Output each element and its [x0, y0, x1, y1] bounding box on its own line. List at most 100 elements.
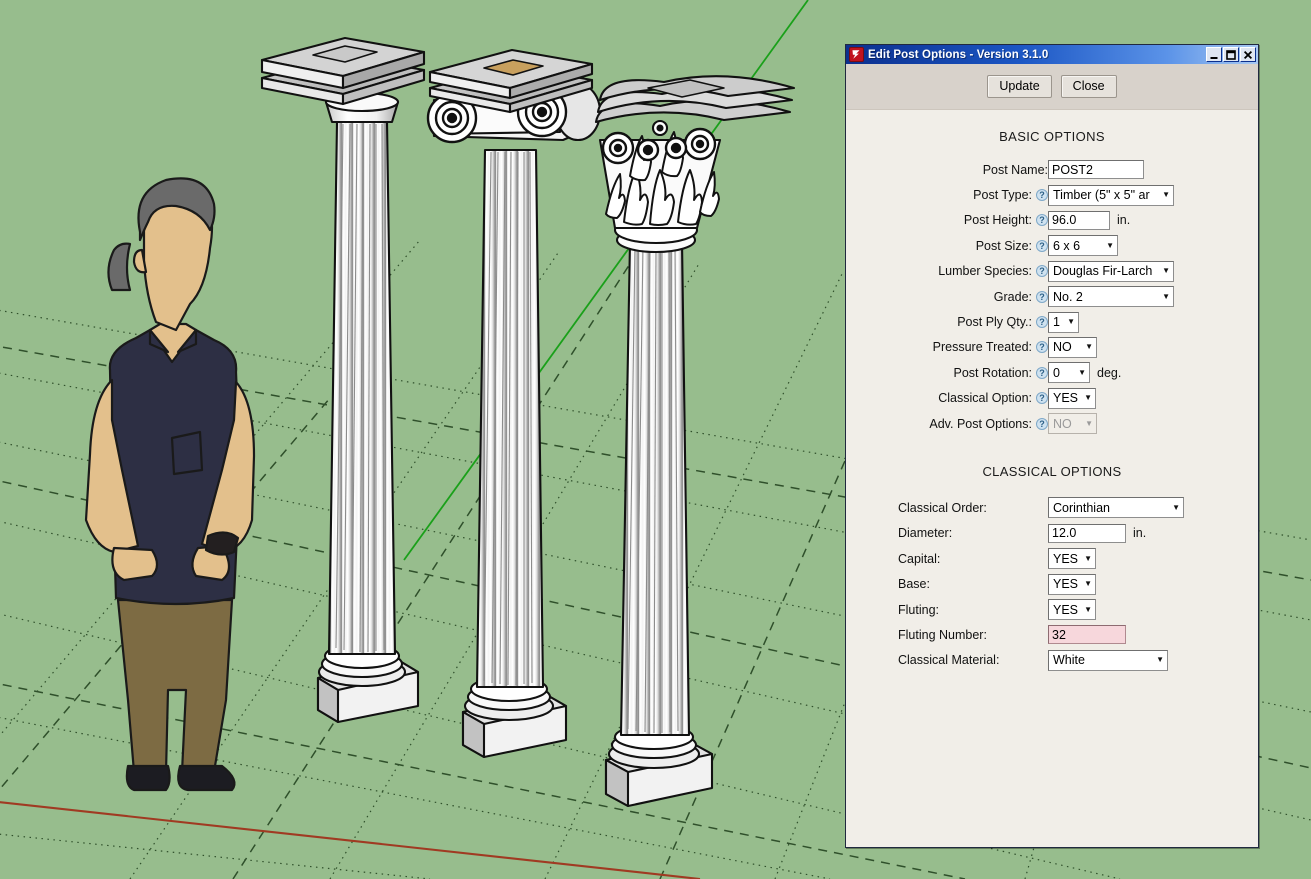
post-size-label: Post Size:? — [846, 233, 1048, 258]
fluting-select[interactable]: YES ▼ — [1048, 599, 1096, 621]
base-select[interactable]: YES ▼ — [1048, 573, 1096, 595]
lumber-species-select[interactable]: Douglas Fir-Larch ▼ — [1048, 260, 1174, 282]
app-icon — [849, 47, 864, 62]
post-ply-qty-label: Post Ply Qty.:? — [846, 309, 1048, 334]
classical-option-select[interactable]: YES ▼ — [1048, 387, 1096, 409]
classical-order-select[interactable]: Corinthian ▼ — [1048, 497, 1184, 519]
classical-options-heading: CLASSICAL OPTIONS — [982, 464, 1122, 480]
basic-options-form: Post Name: Post Type:? Timber (5" x 5" a… — [846, 157, 1258, 436]
post-height-input[interactable] — [1048, 210, 1110, 230]
dialog-body: BASIC OPTIONS Post Name: Post Type:? — [846, 110, 1258, 847]
application-window: Edit Post Options - Version 3.1.0 Update… — [0, 0, 1311, 879]
capital-value: YES — [1053, 551, 1079, 566]
capital-select[interactable]: YES ▼ — [1048, 548, 1096, 570]
post-name-label: Post Name: — [982, 162, 1048, 177]
post-type-value: Timber (5" x 5" ar — [1053, 188, 1150, 203]
chevron-down-icon: ▼ — [1084, 604, 1092, 614]
field-row-lumber-species: Lumber Species:? Douglas Fir-Larch ▼ — [846, 259, 1258, 284]
field-row-post-rotation: Post Rotation:? 0 ▼ deg. — [846, 360, 1258, 385]
chevron-down-icon: ▼ — [1106, 240, 1114, 250]
minimize-button[interactable] — [1206, 47, 1222, 62]
help-icon-lumber-species[interactable]: ? — [1036, 265, 1048, 278]
post-rotation-select[interactable]: 0 ▼ — [1048, 362, 1090, 384]
classical-material-label: Classical Material: — [898, 653, 1000, 668]
chevron-down-icon: ▼ — [1084, 579, 1092, 589]
maximize-button[interactable] — [1223, 47, 1239, 62]
classical-material-select[interactable]: White ▼ — [1048, 649, 1168, 671]
help-icon-adv-post-options[interactable]: ? — [1036, 417, 1048, 430]
update-button[interactable]: Update — [987, 75, 1052, 98]
fluting-number-input[interactable] — [1048, 625, 1126, 645]
lumber-species-label: Lumber Species:? — [846, 259, 1048, 284]
field-row-adv-post-options: Adv. Post Options:? NO ▼ — [846, 411, 1258, 436]
post-height-unit: in. — [1117, 213, 1131, 228]
basic-options-heading: BASIC OPTIONS — [999, 129, 1105, 144]
chevron-down-icon: ▼ — [1162, 266, 1170, 276]
help-icon-post-type[interactable]: ? — [1036, 189, 1048, 202]
field-row-pressure-treated: Pressure Treated:? NO ▼ — [846, 335, 1258, 360]
field-row-capital: Capital: YES ▼ — [846, 546, 1258, 571]
classical-option-value: YES — [1053, 391, 1079, 406]
chevron-down-icon: ▼ — [1084, 393, 1092, 403]
dialog-title: Edit Post Options - Version 3.1.0 — [868, 48, 1049, 61]
chevron-down-icon: ▼ — [1172, 502, 1180, 512]
post-type-select[interactable]: Timber (5" x 5" ar ▼ — [1048, 184, 1174, 206]
chevron-down-icon: ▼ — [1067, 317, 1075, 327]
base-value: YES — [1053, 577, 1079, 592]
post-rotation-unit: deg. — [1097, 365, 1122, 380]
adv-post-options-select: NO ▼ — [1048, 413, 1097, 435]
base-label: Base: — [898, 577, 930, 592]
field-row-post-size: Post Size:? 6 x 6 ▼ — [846, 233, 1258, 258]
chevron-down-icon: ▼ — [1084, 553, 1092, 563]
classical-options-form: Classical Order: Corinthian ▼ Diameter: … — [846, 495, 1258, 673]
diameter-label: Diameter: — [898, 526, 953, 541]
grade-select[interactable]: No. 2 ▼ — [1048, 286, 1174, 308]
help-icon-post-rotation[interactable]: ? — [1036, 366, 1048, 379]
post-rotation-label: Post Rotation:? — [846, 360, 1048, 385]
post-type-label: Post Type:? — [846, 182, 1048, 207]
post-ply-qty-select[interactable]: 1 ▼ — [1048, 311, 1079, 333]
field-row-post-ply-qty: Post Ply Qty.:? 1 ▼ — [846, 309, 1258, 334]
fluting-number-label: Fluting Number: — [898, 627, 987, 642]
adv-post-options-label: Adv. Post Options:? — [846, 411, 1048, 436]
classical-order-label: Classical Order: — [898, 500, 987, 515]
fluting-value: YES — [1053, 602, 1079, 617]
chevron-down-icon: ▼ — [1085, 418, 1093, 428]
classical-order-value: Corinthian — [1053, 500, 1110, 515]
pressure-treated-select[interactable]: NO ▼ — [1048, 336, 1097, 358]
post-height-label: Post Height:? — [846, 208, 1048, 233]
post-size-select[interactable]: 6 x 6 ▼ — [1048, 235, 1118, 257]
help-icon-post-height[interactable]: ? — [1036, 214, 1048, 227]
adv-post-options-value: NO — [1053, 416, 1072, 431]
chevron-down-icon: ▼ — [1156, 655, 1164, 665]
field-row-classical-option: Classical Option:? YES ▼ — [846, 386, 1258, 411]
post-name-input[interactable] — [1048, 160, 1144, 180]
capital-label: Capital: — [898, 551, 941, 566]
dialog-titlebar[interactable]: Edit Post Options - Version 3.1.0 — [846, 45, 1258, 64]
chevron-down-icon: ▼ — [1085, 342, 1093, 352]
field-row-fluting-number: Fluting Number: — [846, 622, 1258, 647]
window-controls — [1206, 47, 1256, 62]
help-icon-classical-option[interactable]: ? — [1036, 392, 1048, 405]
help-icon-post-size[interactable]: ? — [1036, 239, 1048, 252]
post-size-value: 6 x 6 — [1053, 238, 1081, 253]
close-button-toolbar[interactable]: Close — [1060, 75, 1117, 98]
help-icon-grade[interactable]: ? — [1036, 290, 1048, 303]
dialog-toolbar: Update Close — [846, 64, 1258, 110]
field-row-post-type: Post Type:? Timber (5" x 5" ar ▼ — [846, 182, 1258, 207]
grade-label: Grade:? — [846, 284, 1048, 309]
field-row-post-name: Post Name: — [846, 157, 1258, 182]
field-row-classical-material: Classical Material: White ▼ — [846, 648, 1258, 673]
classical-option-label: Classical Option:? — [846, 386, 1048, 411]
close-button[interactable] — [1240, 47, 1256, 62]
pressure-treated-value: NO — [1053, 340, 1072, 355]
help-icon-post-ply-qty[interactable]: ? — [1036, 316, 1048, 329]
pressure-treated-label: Pressure Treated:? — [846, 335, 1048, 360]
help-icon-pressure-treated[interactable]: ? — [1036, 341, 1048, 354]
edit-post-options-dialog[interactable]: Edit Post Options - Version 3.1.0 Update… — [845, 44, 1259, 848]
diameter-input[interactable] — [1048, 523, 1126, 543]
classical-material-value: White — [1053, 653, 1085, 668]
post-ply-qty-value: 1 — [1053, 315, 1060, 330]
field-row-classical-order: Classical Order: Corinthian ▼ — [846, 495, 1258, 520]
diameter-unit: in. — [1133, 526, 1147, 541]
